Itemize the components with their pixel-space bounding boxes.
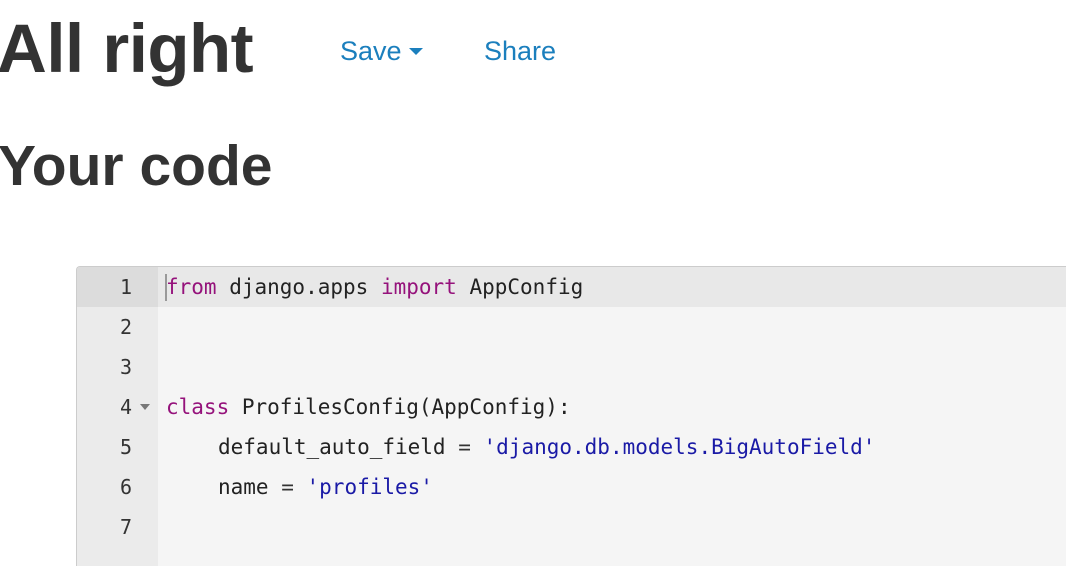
keyword-token: class [166, 395, 230, 419]
string-token: 'django.db.models.BigAutoField' [483, 435, 876, 459]
identifier-token: default_auto_field [218, 435, 446, 459]
gutter-cell: 4 [77, 387, 158, 427]
line-number: 4 [119, 395, 132, 419]
code-text[interactable]: name = 'profiles' [166, 467, 433, 507]
line-number: 1 [119, 275, 132, 299]
section-title: Your code [0, 134, 273, 198]
page: All right Save Share Your code 1 from dj… [0, 0, 1066, 566]
code-text[interactable]: default_auto_field = 'django.db.models.B… [166, 427, 875, 467]
result-title: All right [0, 10, 254, 87]
share-button[interactable]: Share [484, 33, 556, 69]
code-text[interactable]: from django.apps import AppConfig [166, 267, 583, 307]
line-number: 2 [119, 315, 132, 339]
code-line[interactable]: 3 [77, 347, 1066, 387]
gutter-cell: 2 [77, 307, 158, 347]
code-text[interactable]: class ProfilesConfig(AppConfig): [166, 387, 571, 427]
line-number: 7 [119, 515, 132, 539]
identifier-token: name [218, 475, 269, 499]
code-line[interactable]: 5 default_auto_field = 'django.db.models… [77, 427, 1066, 467]
keyword-token: from [166, 275, 217, 299]
gutter-cell: 5 [77, 427, 158, 467]
code-editor[interactable]: 1 from django.apps import AppConfig 2 3 … [76, 266, 1066, 566]
code-line[interactable]: 4 class ProfilesConfig(AppConfig): [77, 387, 1066, 427]
operator-token: = [445, 435, 484, 459]
identifier-token: AppConfig [456, 275, 584, 299]
gutter-cell: 1 [77, 267, 158, 307]
code-line[interactable]: 6 name = 'profiles' [77, 467, 1066, 507]
gutter-cell: 3 [77, 347, 158, 387]
save-button[interactable]: Save [340, 33, 423, 69]
fold-arrow-icon[interactable] [140, 404, 150, 410]
gutter-cell: 7 [77, 507, 158, 547]
gutter-cell: 6 [77, 467, 158, 507]
identifier-token: django.apps [216, 275, 381, 299]
string-token: 'profiles' [306, 475, 433, 499]
code-line[interactable]: 2 [77, 307, 1066, 347]
line-number: 6 [119, 475, 132, 499]
result-header: All right Save Share [0, 0, 1066, 100]
line-number: 5 [119, 435, 132, 459]
save-label: Save [340, 36, 402, 66]
operator-token: = [268, 475, 307, 499]
keyword-token: import [380, 275, 457, 299]
identifier-token: ProfilesConfig(AppConfig): [229, 395, 571, 419]
code-line[interactable]: 1 from django.apps import AppConfig [77, 267, 1066, 307]
caret-down-icon [408, 47, 423, 55]
line-number: 3 [119, 355, 132, 379]
code-line[interactable]: 7 [77, 507, 1066, 547]
